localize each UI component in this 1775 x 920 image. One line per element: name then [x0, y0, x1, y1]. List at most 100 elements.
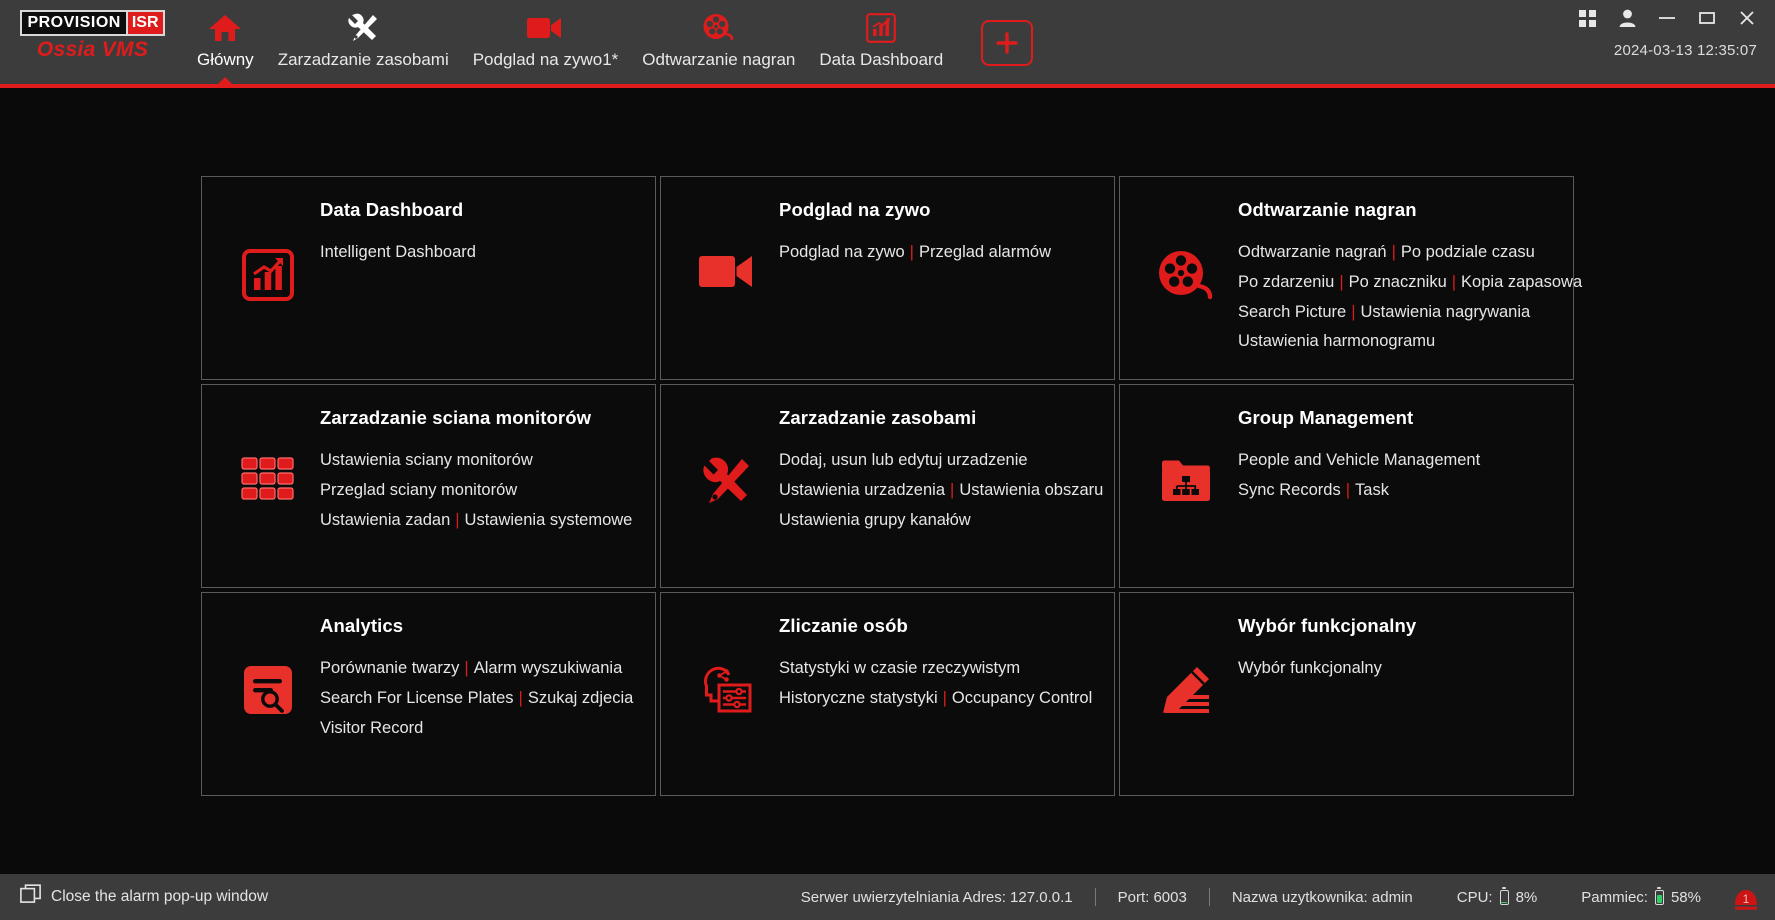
link-separator: | — [942, 688, 947, 707]
card-wybor-funkcjonalny[interactable]: Wybór funkcjonalny Wybór funkcjonalny — [1119, 592, 1574, 796]
card-link[interactable]: Kopia zapasowa — [1461, 273, 1582, 291]
card-zarzadzanie-sciana-monitorow[interactable]: Zarzadzanie sciana monitorów Ustawienia … — [201, 384, 656, 588]
tab-glowny[interactable]: Główny — [185, 0, 266, 84]
link-row: Przeglad sciany monitorów — [320, 481, 637, 501]
card-link[interactable]: Alarm wyszukiwania — [474, 659, 623, 677]
card-link[interactable]: Po znaczniku — [1349, 273, 1447, 291]
tab-zarzadzanie-zasobami[interactable]: Zarzadzanie zasobami — [266, 0, 461, 84]
film-reel-icon — [1138, 199, 1234, 301]
card-link[interactable]: Occupancy Control — [952, 689, 1092, 707]
alarm-notification-button[interactable]: 1 — [1723, 874, 1769, 920]
card-links: People and Vehicle Management Sync Recor… — [1238, 451, 1555, 501]
card-link[interactable]: Search Picture — [1238, 303, 1346, 321]
card-links: Statystyki w czasie rzeczywistym History… — [779, 659, 1096, 709]
logo-main-text: PROVISION — [20, 10, 128, 36]
card-link[interactable]: Visitor Record — [320, 719, 423, 737]
card-body: Zarzadzanie zasobami Dodaj, usun lub edy… — [775, 407, 1103, 530]
card-link[interactable]: Ustawienia systemowe — [465, 511, 633, 529]
card-link[interactable]: Ustawienia obszaru — [959, 481, 1103, 499]
header-right-cluster: 2024-03-13 12:35:07 — [1577, 0, 1775, 59]
card-link[interactable]: Sync Records — [1238, 481, 1341, 499]
card-data-dashboard[interactable]: Data Dashboard Intelligent Dashboard — [201, 176, 656, 380]
card-title: Odtwarzanie nagran — [1238, 199, 1417, 220]
link-row: Statystyki w czasie rzeczywistym — [779, 659, 1096, 679]
minimize-icon[interactable] — [1657, 8, 1677, 28]
card-link[interactable]: Ustawienia urzadzenia — [779, 481, 945, 499]
link-row: Search For License Plates | Szukaj zdjecia — [320, 689, 637, 709]
card-zarzadzanie-zasobami[interactable]: Zarzadzanie zasobami Dodaj, usun lub edy… — [660, 384, 1115, 588]
card-podglad-na-zywo[interactable]: Podglad na zywo Podglad na zywo | Przeglad… — [660, 176, 1115, 380]
card-body: Zliczanie osób Statystyki w czasie rzecz… — [775, 615, 1096, 709]
tab-podglad-na-zywo[interactable]: Podglad na zywo1* — [461, 0, 631, 84]
user-account-icon[interactable] — [1617, 8, 1637, 28]
card-link[interactable]: Przeglad alarmów — [919, 243, 1051, 261]
card-link[interactable]: Ustawienia grupy kanałów — [779, 511, 971, 529]
tab-odtwarzanie-nagran[interactable]: Odtwarzanie nagran — [630, 0, 807, 84]
card-link[interactable]: Historyczne statystyki — [779, 689, 938, 707]
card-link[interactable]: Ustawienia zadan — [320, 511, 450, 529]
card-link[interactable]: Szukaj zdjecia — [528, 689, 633, 707]
tab-data-dashboard[interactable]: Data Dashboard — [807, 0, 955, 84]
tab-label: Data Dashboard — [819, 50, 944, 69]
link-separator: | — [1339, 272, 1344, 291]
card-links: Wybór funkcjonalny — [1238, 659, 1555, 679]
card-link[interactable]: Dodaj, usun lub edytuj urzadzenie — [779, 451, 1028, 469]
card-odtwarzanie-nagran[interactable]: Odtwarzanie nagran Odtwarzanie nagrań | Po… — [1119, 176, 1582, 380]
card-title: Zliczanie osób — [779, 615, 908, 636]
card-link[interactable]: Przeglad sciany monitorów — [320, 481, 517, 499]
link-row: Sync Records | Task — [1238, 481, 1555, 501]
card-link[interactable]: Odtwarzanie nagrań — [1238, 243, 1387, 261]
card-links: Dodaj, usun lub edytuj urzadzenie Ustawi… — [779, 451, 1103, 530]
card-links: Podglad na zywo | Przeglad alarmów — [779, 243, 1096, 263]
app-header: PROVISION ISR Ossia VMS Główny Zarzadzan… — [0, 0, 1775, 88]
card-link[interactable]: Intelligent Dashboard — [320, 243, 476, 261]
card-link[interactable]: People and Vehicle Management — [1238, 451, 1480, 469]
tab-label: Zarzadzanie zasobami — [277, 50, 449, 69]
logo-isr-badge: ISR — [127, 10, 165, 36]
link-separator: | — [950, 480, 955, 499]
module-card-grid: Data Dashboard Intelligent Dashboard Pod… — [201, 176, 1582, 796]
card-link[interactable]: Ustawienia harmonogramu — [1238, 332, 1435, 350]
memory-usage: Pammiec: 58% — [1559, 889, 1723, 906]
close-alarm-popup-button[interactable]: Close the alarm pop-up window — [0, 883, 268, 911]
card-title: Analytics — [320, 615, 404, 636]
tab-label: Główny — [197, 50, 254, 69]
card-title: Zarzadzanie sciana monitorów — [320, 407, 592, 428]
card-zliczanie-osob[interactable]: Zliczanie osób Statystyki w czasie rzecz… — [660, 592, 1115, 796]
card-link[interactable]: Po zdarzeniu — [1238, 273, 1334, 291]
card-link[interactable]: Task — [1355, 481, 1389, 499]
close-icon[interactable] — [1737, 8, 1757, 28]
card-links: Odtwarzanie nagrań | Po podziale czasu Po … — [1238, 243, 1582, 352]
card-link[interactable]: Statystyki w czasie rzeczywistym — [779, 659, 1020, 677]
add-tab-button[interactable] — [981, 20, 1034, 66]
windows-stack-icon — [20, 883, 42, 911]
memory-usage-label: Pammiec: — [1581, 888, 1648, 906]
link-row: Ustawienia zadan | Ustawienia systemowe — [320, 511, 637, 531]
maximize-icon[interactable] — [1697, 8, 1717, 28]
card-link[interactable]: Porównanie twarzy — [320, 659, 459, 677]
card-link[interactable]: Ustawienia nagrywania — [1361, 303, 1531, 321]
card-links: Porównanie twarzy | Alarm wyszukiwania Sea… — [320, 659, 637, 738]
card-link[interactable]: Po podziale czasu — [1401, 243, 1535, 261]
tools-icon — [346, 8, 380, 48]
brand-logo: PROVISION ISR Ossia VMS — [0, 0, 185, 62]
card-link[interactable]: Wybór funkcjonalny — [1238, 659, 1382, 677]
card-link[interactable]: Ustawienia sciany monitorów — [320, 451, 533, 469]
card-analytics[interactable]: Analytics Porównanie twarzy | Alarm wyszuk… — [201, 592, 656, 796]
plus-icon — [996, 32, 1018, 54]
card-body: Zarzadzanie sciana monitorów Ustawienia … — [316, 407, 637, 530]
card-links: Intelligent Dashboard — [320, 243, 637, 263]
card-link[interactable]: Podglad na zywo — [779, 243, 905, 261]
card-title: Group Management — [1238, 407, 1414, 428]
link-row: Po zdarzeniu | Po znaczniku | Kopia zapasowa — [1238, 273, 1582, 293]
card-title: Data Dashboard — [320, 199, 464, 220]
system-clock: 2024-03-13 12:35:07 — [1613, 42, 1757, 59]
card-group-management[interactable]: Group Management People and Vehicle Mana… — [1119, 384, 1574, 588]
bar-chart-icon — [866, 8, 897, 48]
apps-grid-icon[interactable] — [1577, 8, 1597, 28]
link-separator: | — [1351, 302, 1356, 321]
card-body: Group Management People and Vehicle Mana… — [1234, 407, 1555, 501]
card-title: Wybór funkcjonalny — [1238, 615, 1417, 636]
card-link[interactable]: Search For License Plates — [320, 689, 514, 707]
bar-chart-icon — [220, 199, 316, 301]
